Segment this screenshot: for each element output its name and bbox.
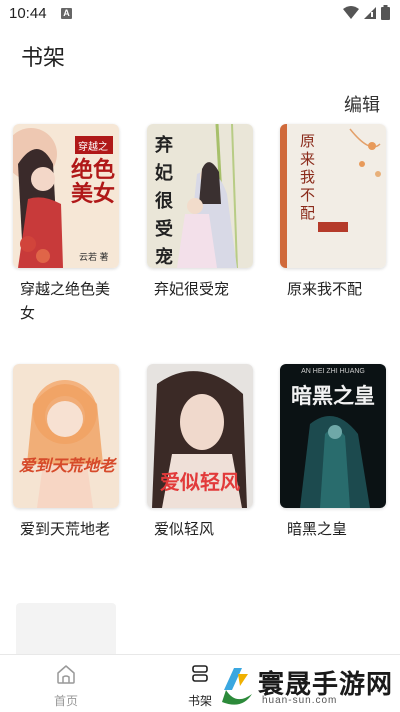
cover-subtitle: AN HEI ZHI HUANG xyxy=(301,368,365,375)
book-item[interactable]: 原来我不配 原来我不配 xyxy=(280,124,388,302)
book-item[interactable]: 穿越之 绝色美女 云若 著 穿越之绝色美女 xyxy=(13,124,121,326)
battery-icon xyxy=(381,5,390,20)
home-icon xyxy=(57,665,75,684)
book-title: 穿越之绝色美女 xyxy=(20,281,111,322)
book-item[interactable]: AN HEI ZHI HUANG 暗黑之皇 暗黑之皇 xyxy=(280,364,388,542)
nav-home[interactable]: 首页 xyxy=(42,663,90,709)
book-title: 原来我不配 xyxy=(287,281,363,298)
notification-icon: A xyxy=(61,8,72,19)
cover-subtitle: 穿越之 xyxy=(78,142,108,153)
book-cover: 爱到天荒地老 xyxy=(13,364,119,508)
book-title: 爱到天荒地老 xyxy=(20,521,111,538)
cover-title: 暗黑之皇 xyxy=(291,383,375,408)
cover-title: 原来我不配 xyxy=(300,132,316,222)
book-item[interactable]: 爱到天荒地老 爱到天荒地老 xyxy=(13,364,121,542)
page-title: 书架 xyxy=(21,45,66,70)
book-item[interactable]: 弃妃很受宠 弃妃很受宠 xyxy=(147,124,255,302)
cover-title: 绝色美女 xyxy=(71,157,116,207)
book-cover: 弃妃很受宠 xyxy=(147,124,253,268)
book-title: 暗黑之皇 xyxy=(287,521,348,538)
cover-title: 弃妃很受宠 xyxy=(155,135,173,268)
cover-title: 爱似轻风 xyxy=(160,470,240,494)
watermark-logo: 寰晟手游网 huan-sun.com xyxy=(210,664,400,711)
book-title: 爱似轻风 xyxy=(154,521,215,538)
wifi-icon xyxy=(343,5,359,19)
book-cover: 穿越之 绝色美女 云若 著 xyxy=(13,124,119,268)
cover-author: 云若 著 xyxy=(79,252,109,262)
book-placeholder[interactable] xyxy=(16,603,116,657)
edit-button[interactable]: 编辑 xyxy=(344,91,380,117)
book-title: 弃妃很受宠 xyxy=(154,281,230,298)
book-item[interactable]: 爱似轻风 爱似轻风 xyxy=(147,364,255,542)
nav-home-label: 首页 xyxy=(53,694,78,708)
status-icons xyxy=(343,5,390,20)
watermark-url: huan-sun.com xyxy=(262,695,338,706)
book-cover-art xyxy=(280,124,386,268)
book-cover-art xyxy=(13,364,119,508)
book-cover: AN HEI ZHI HUANG 暗黑之皇 xyxy=(280,364,386,508)
status-time: 10:44 xyxy=(9,5,47,22)
bookshelf-icon xyxy=(192,665,208,682)
watermark-icon xyxy=(222,668,252,705)
signal-icon xyxy=(364,6,376,19)
book-cover: 原来我不配 xyxy=(280,124,386,268)
status-bar: 10:44 A xyxy=(0,0,400,28)
book-cover: 爱似轻风 xyxy=(147,364,253,508)
cover-title: 爱到天荒地老 xyxy=(18,458,115,475)
